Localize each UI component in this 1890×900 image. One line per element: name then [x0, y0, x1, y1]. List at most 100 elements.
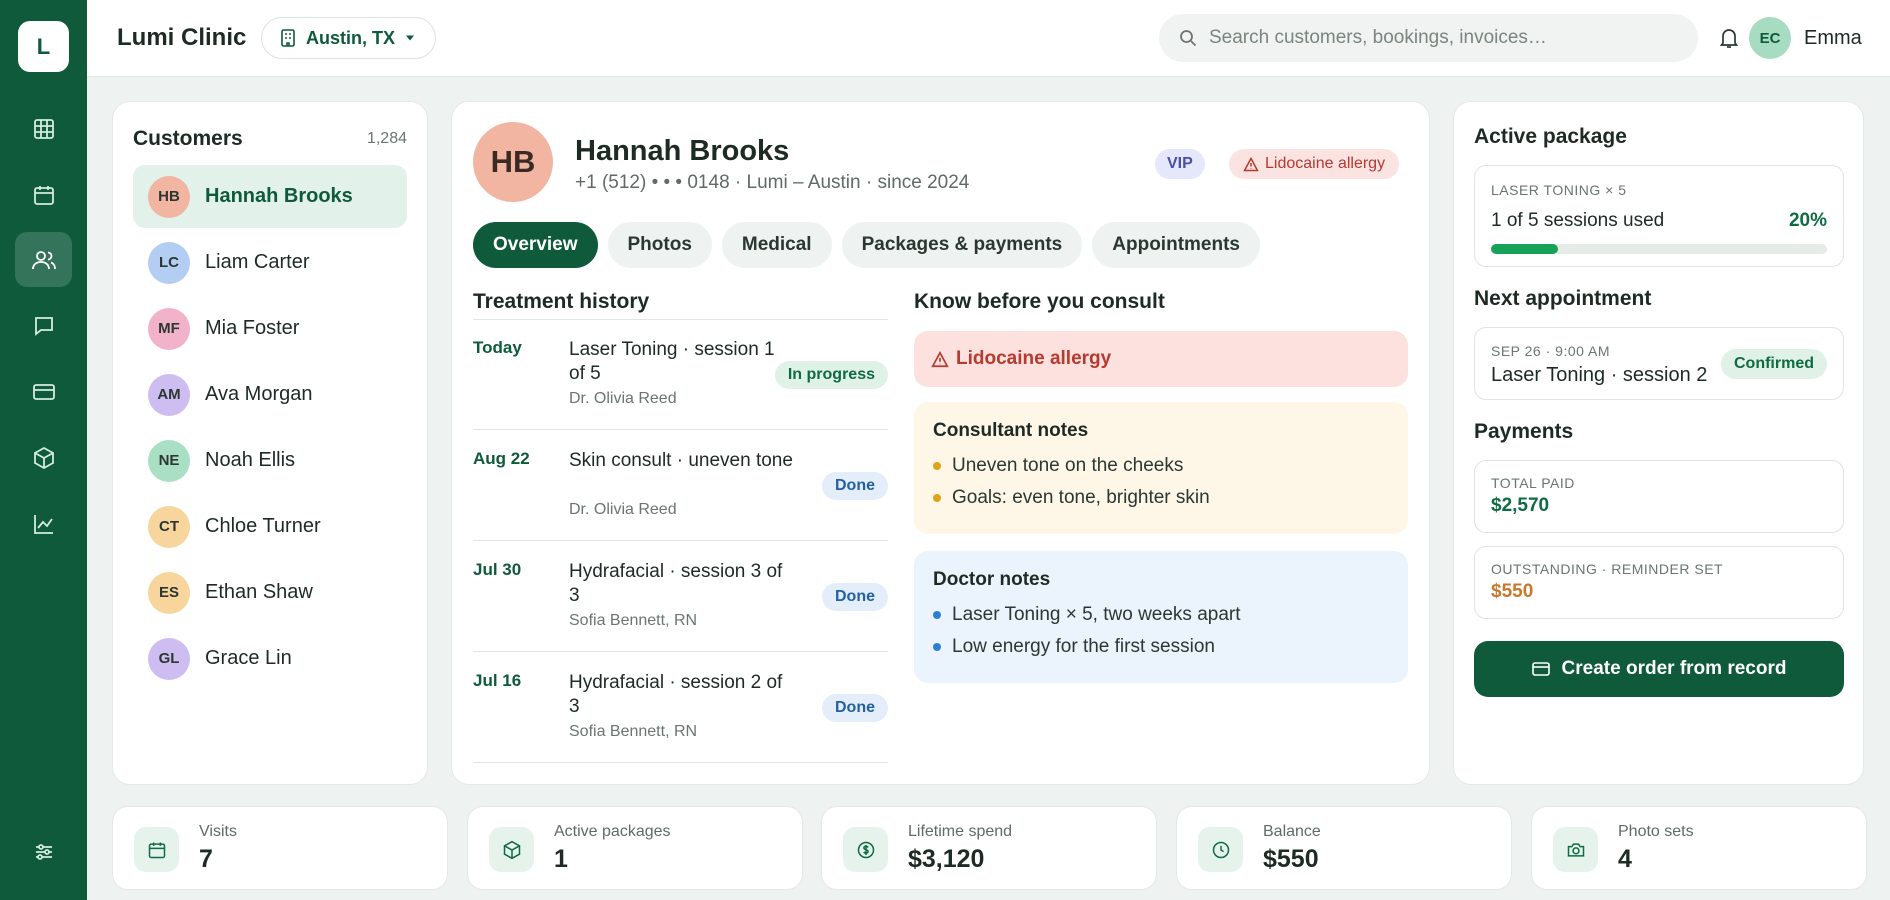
- package-progress-fill: [1491, 244, 1559, 254]
- customer-list-item[interactable]: ES Ethan Shaw: [133, 561, 407, 624]
- history-doctor: Sofia Bennett, RN: [569, 612, 698, 629]
- tab-appointments[interactable]: Appointments: [1092, 222, 1260, 268]
- search-icon: [1180, 30, 1197, 47]
- stat-value: 1: [554, 845, 568, 873]
- tab-packages-payments[interactable]: Packages & payments: [841, 222, 1083, 268]
- customers-panel: Customers 1,284 HB Hannah Brooks LC Liam Ca…: [112, 101, 428, 785]
- history-date: Today: [473, 338, 522, 357]
- chart-icon: [33, 514, 53, 534]
- nav-payments[interactable]: [15, 364, 72, 419]
- consultant-notes-title: Consultant notes: [933, 420, 1089, 441]
- tab-overview[interactable]: Overview: [473, 222, 598, 268]
- customer-list-item[interactable]: LC Liam Carter: [133, 231, 407, 294]
- customer-name: Ava Morgan: [205, 383, 313, 405]
- box-icon: [489, 827, 534, 872]
- customer-list-item[interactable]: GL Grace Lin: [133, 627, 407, 690]
- customer-name: Chloe Turner: [205, 515, 321, 537]
- customer-name: Noah Ellis: [205, 449, 296, 471]
- stat-label: Balance: [1263, 823, 1321, 840]
- bell-icon: [1719, 29, 1739, 48]
- bullet-dot: [933, 643, 941, 651]
- stat-lifetime-spend: Lifetime spend $3,120: [821, 806, 1157, 890]
- stat-balance: Balance $550: [1176, 806, 1512, 890]
- caret-down-icon: [406, 35, 414, 41]
- doctor-notes-title: Doctor notes: [933, 569, 1051, 590]
- appointment-status-badge: Confirmed: [1721, 349, 1827, 379]
- tab-photos[interactable]: Photos: [607, 222, 712, 268]
- total-paid-value: $2,570: [1491, 495, 1550, 516]
- nav-inventory[interactable]: [15, 430, 72, 485]
- customer-list-item[interactable]: MF Mia Foster: [133, 297, 407, 360]
- outstanding-value: $550: [1491, 581, 1534, 602]
- grid-icon: [33, 118, 54, 139]
- customer-name: Hannah Brooks: [205, 185, 353, 207]
- nav-dashboard[interactable]: [15, 101, 72, 156]
- know-title: Know before you consult: [914, 290, 1165, 313]
- top-bar: Lumi Clinic Austin, TX EC Emma: [87, 0, 1890, 77]
- nav-calendar[interactable]: [15, 167, 72, 222]
- payments-title: Payments: [1474, 420, 1574, 443]
- note-line: Uneven tone on the cheeks: [933, 450, 1389, 482]
- customer-name: Liam Carter: [205, 251, 310, 273]
- appointment-card[interactable]: SEP 26 · 9:00 AM Laser Toning · session …: [1474, 327, 1844, 400]
- customer-list-item[interactable]: CT Chloe Turner: [133, 495, 407, 558]
- history-status-badge: Done: [822, 472, 888, 500]
- history-status-badge: Done: [822, 583, 888, 611]
- history-row[interactable]: Jul 30 Hydrafacial · session 3 of 3 Sofia …: [473, 542, 888, 652]
- outstanding-card: OUTSTANDING · REMINDER SET $550: [1474, 546, 1844, 619]
- history-row[interactable]: Jul 16 Hydrafacial · session 2 of 3 Sofia …: [473, 653, 888, 763]
- calendar-icon: [134, 827, 179, 872]
- nav-reports[interactable]: [15, 496, 72, 551]
- history-title-text: Hydrafacial · session 3 of 3: [569, 561, 783, 606]
- user-name[interactable]: Emma: [1804, 27, 1862, 50]
- create-order-button[interactable]: Create order from record: [1474, 641, 1844, 697]
- users-icon: [31, 250, 56, 269]
- history-date: Jul 16: [473, 671, 522, 690]
- user-avatar[interactable]: EC: [1749, 17, 1791, 59]
- stat-label: Lifetime spend: [908, 823, 1013, 840]
- history-row[interactable]: Today Laser Toning · session 1 of 5 Dr. Ol…: [473, 320, 888, 430]
- total-paid-label: TOTAL PAID: [1491, 475, 1575, 491]
- customer-avatar: GL: [148, 637, 190, 680]
- clock-icon: [1198, 827, 1243, 872]
- dollar-icon: [843, 827, 888, 872]
- stat-value: 4: [1618, 845, 1632, 873]
- search-input[interactable]: [1209, 27, 1669, 49]
- profile-meta: +1 (512) • • • 0148 · Lumi – Austin · si…: [575, 172, 970, 193]
- customer-list-item[interactable]: NE Noah Ellis: [133, 429, 407, 492]
- bullet-dot: [933, 611, 941, 619]
- card-icon: [32, 383, 55, 400]
- profile-panel: HB Hannah Brooks +1 (512) • • • 0148 · L…: [451, 101, 1430, 785]
- customer-avatar: NE: [148, 439, 190, 482]
- customer-name: Ethan Shaw: [205, 581, 313, 603]
- outstanding-label: OUTSTANDING · REMINDER SET: [1491, 561, 1724, 577]
- customer-list-item[interactable]: HB Hannah Brooks: [133, 165, 407, 228]
- sidebar: L: [0, 0, 87, 900]
- customer-avatar: CT: [148, 505, 190, 548]
- stat-value: $550: [1263, 845, 1319, 873]
- history-row[interactable]: Aug 22 Skin consult · uneven tone Dr. Oliv…: [473, 431, 888, 541]
- customer-avatar: AM: [148, 373, 190, 416]
- total-paid-card: TOTAL PAID $2,570: [1474, 460, 1844, 533]
- calendar-icon: [33, 185, 54, 205]
- app-logo[interactable]: L: [18, 21, 69, 72]
- history-date: Jul 30: [473, 560, 522, 579]
- customer-avatar: HB: [148, 175, 190, 218]
- appointment-when: SEP 26 · 9:00 AM: [1491, 343, 1611, 359]
- create-order-label: Create order from record: [1561, 658, 1787, 679]
- history-title: Treatment history: [473, 290, 650, 313]
- nav-settings[interactable]: [15, 824, 72, 879]
- tab-medical[interactable]: Medical: [721, 222, 832, 268]
- history-title-text: Hydrafacial · session 2 of 3: [569, 672, 783, 717]
- notifications-button[interactable]: [1719, 27, 1739, 49]
- nav-messages[interactable]: [15, 298, 72, 353]
- nav-customers[interactable]: [15, 232, 72, 287]
- location-label: Austin, TX: [306, 27, 395, 48]
- note-line: Goals: even tone, brighter skin: [933, 482, 1389, 514]
- search-bar[interactable]: [1159, 14, 1698, 62]
- location-selector[interactable]: Austin, TX: [261, 17, 436, 59]
- box-icon: [33, 446, 54, 469]
- bullet-dot: [933, 462, 941, 470]
- history-doctor: Dr. Olivia Reed: [569, 501, 677, 518]
- customer-list-item[interactable]: AM Ava Morgan: [133, 363, 407, 426]
